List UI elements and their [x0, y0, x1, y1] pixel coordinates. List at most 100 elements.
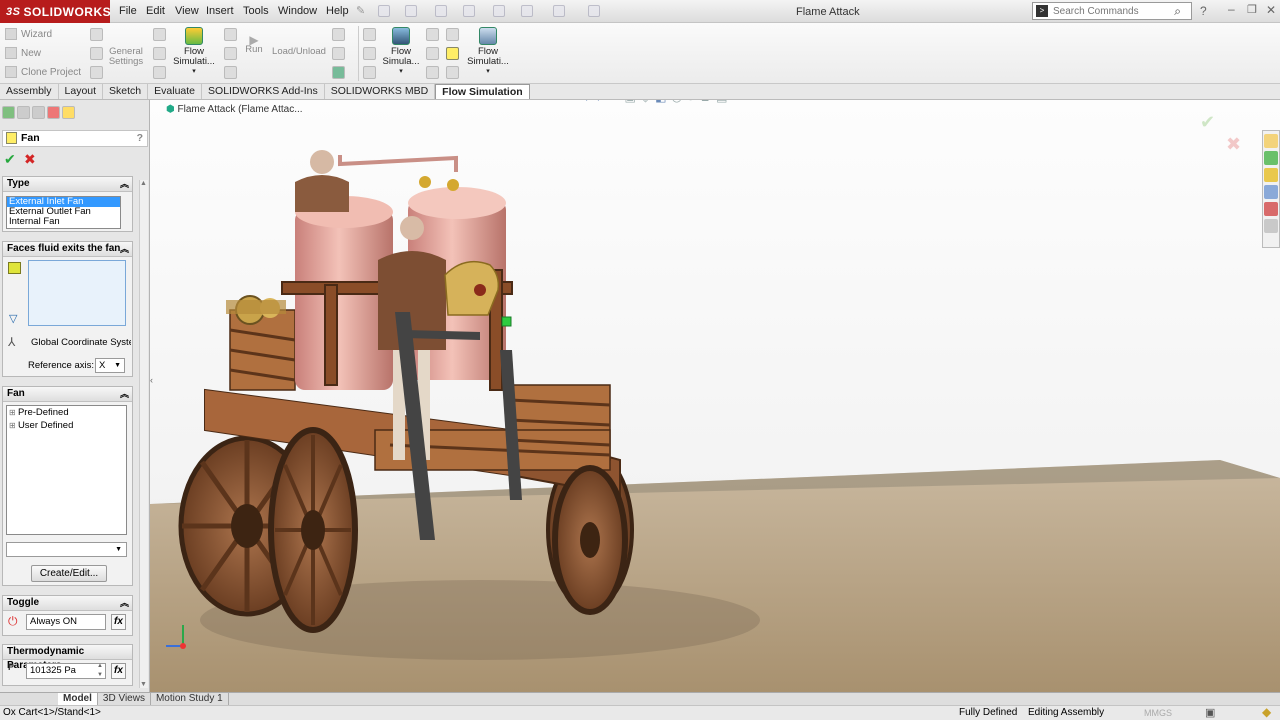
menu-insert[interactable]: Insert [206, 5, 234, 17]
file-explorer-icon[interactable] [1264, 168, 1278, 182]
tool-icon-2[interactable] [90, 47, 103, 60]
flow-simulation-button-1[interactable]: Flow Simulati... ▾ [172, 27, 216, 77]
print-icon[interactable] [463, 5, 475, 17]
clone-project-button[interactable]: Clone Project [5, 66, 81, 78]
reference-axis-select[interactable]: X ▼ [95, 358, 125, 373]
zoom-to-area-icon[interactable]: ⌕ [598, 100, 605, 105]
tool-icon-14[interactable] [363, 47, 376, 60]
panel-scrollbar[interactable]: ▲ ▼ [139, 180, 148, 688]
tool-icon-18[interactable] [426, 66, 439, 79]
toggle-value-field[interactable]: Always ON [26, 614, 106, 630]
display-style-icon[interactable]: ◧ [655, 100, 666, 105]
wizard-button[interactable]: Wizard [5, 28, 52, 40]
resources-icon[interactable] [1264, 151, 1278, 165]
tab-evaluate[interactable]: Evaluate [148, 84, 203, 99]
load-unload-button[interactable]: Load/Unload [270, 47, 328, 57]
general-settings-button[interactable]: General Settings [106, 47, 146, 67]
tool-icon-12[interactable] [332, 66, 345, 79]
tool-icon-15[interactable] [363, 66, 376, 79]
fan-tool-icon[interactable] [446, 47, 459, 60]
tool-icon-13[interactable] [363, 28, 376, 41]
appearance-icon[interactable]: ● [687, 100, 694, 105]
menu-help[interactable]: Help [326, 5, 349, 17]
open-document-icon[interactable] [405, 5, 417, 17]
tab-flow-simulation[interactable]: Flow Simulation [435, 84, 530, 99]
menu-file[interactable]: File [119, 5, 137, 17]
tab-solidworks-add-ins[interactable]: SOLIDWORKS Add-Ins [202, 84, 325, 99]
pin-icon[interactable]: ✎ [356, 4, 365, 17]
fan-curve-select[interactable]: ▼ [6, 542, 127, 557]
home-icon[interactable] [1264, 134, 1278, 148]
fan-type-list[interactable]: External Inlet Fan External Outlet Fan I… [6, 196, 121, 229]
previous-view-icon[interactable]: ↶ [609, 100, 619, 105]
tree-item-user-defined[interactable]: ⊞ User Defined [7, 419, 126, 432]
tab-solidworks-mbd[interactable]: SOLIDWORKS MBD [325, 84, 436, 99]
view-settings-icon[interactable]: ▤ [716, 100, 727, 105]
tool-icon-7[interactable] [224, 28, 237, 41]
status-units[interactable]: MMGS [1144, 706, 1172, 720]
tool-icon-11[interactable] [332, 47, 345, 60]
flow-simulation-button-3[interactable]: Flow Simulati... ▾ [466, 27, 510, 77]
appearances-icon[interactable] [1264, 202, 1278, 216]
minimize-icon[interactable]: – [1228, 2, 1235, 16]
create-edit-button[interactable]: Create/Edit... [31, 565, 107, 582]
view-orientation-icon[interactable]: ◈ [641, 100, 650, 105]
list-item[interactable]: Internal Fan [7, 217, 120, 227]
options-icon[interactable] [588, 5, 600, 17]
help-icon[interactable]: ? [1200, 4, 1207, 18]
graphics-area[interactable]: ⬢ Flame Attack (Flame Attac... ⌕ ⌕ ↶ ▣ ◈… [150, 100, 1280, 692]
save-icon[interactable] [435, 5, 447, 17]
filter-icon[interactable]: ▽ [9, 312, 17, 325]
tool-icon-19[interactable] [446, 28, 459, 41]
search-icon[interactable]: ⌕ [1174, 4, 1181, 19]
fan-group-header[interactable]: Fan ︽ [3, 387, 132, 402]
new-project-button[interactable]: New [5, 47, 41, 59]
custom-properties-icon[interactable] [1264, 219, 1278, 233]
tool-icon-8[interactable] [224, 47, 237, 60]
tab-3d-views[interactable]: 3D Views [98, 693, 151, 705]
configuration-manager-tab-icon[interactable] [32, 106, 45, 119]
collapse-chevron-icon[interactable]: ︽ [120, 596, 129, 610]
fan-tree[interactable]: ⊞ Pre-Defined ⊞ User Defined [6, 405, 127, 535]
faces-selection-box[interactable] [28, 260, 126, 326]
menu-view[interactable]: View [175, 5, 199, 17]
feature-manager-tab-icon[interactable] [2, 106, 15, 119]
scroll-down-icon[interactable]: ▼ [140, 681, 147, 688]
flow-simulation-button-2[interactable]: Flow Simula... ▾ [380, 27, 422, 77]
cancel-corner-icon[interactable]: ✖ [1226, 134, 1241, 155]
section-view-icon[interactable]: ▣ [625, 100, 636, 105]
scene-icon[interactable]: ▲ [699, 100, 711, 105]
collapse-chevron-icon[interactable]: ︽ [120, 387, 129, 401]
menu-tools[interactable]: Tools [243, 5, 269, 17]
rebuild-status-icon[interactable]: ▣ [1205, 706, 1215, 720]
menu-window[interactable]: Window [278, 5, 317, 17]
tool-icon-20[interactable] [446, 66, 459, 79]
scroll-up-icon[interactable]: ▲ [140, 180, 147, 187]
tool-icon-9[interactable] [224, 66, 237, 79]
rebuild-icon[interactable] [553, 5, 565, 17]
pressure-field[interactable]: 101325 Pa ▲ ▼ [26, 663, 106, 679]
cancel-x-icon[interactable]: ✖ [24, 151, 36, 168]
restore-icon[interactable]: ❐ [1247, 3, 1257, 16]
expand-icon[interactable]: ⊞ [9, 421, 18, 430]
tab-model[interactable]: Model [58, 693, 98, 705]
expand-icon[interactable]: ⊞ [9, 408, 18, 417]
toggle-group-header[interactable]: Toggle ︽ [3, 596, 132, 611]
panel-collapse-handle[interactable]: ‹ [150, 375, 153, 385]
collapse-chevron-icon[interactable]: ︽ [120, 242, 129, 256]
tool-icon-4[interactable] [153, 28, 166, 41]
collapse-chevron-icon[interactable]: ︽ [120, 177, 129, 191]
tool-icon-3[interactable] [90, 66, 103, 79]
hide-show-icon[interactable]: ◎ [671, 100, 681, 105]
search-commands-input[interactable]: > Search Commands ⌕ [1032, 2, 1192, 20]
menu-edit[interactable]: Edit [146, 5, 165, 17]
ok-check-icon[interactable]: ✔ [4, 151, 16, 168]
function-button[interactable]: fx [111, 663, 126, 679]
tab-sketch[interactable]: Sketch [103, 84, 149, 99]
tab-motion-study-1[interactable]: Motion Study 1 [151, 693, 229, 705]
dimxpert-tab-icon[interactable] [47, 106, 60, 119]
new-document-icon[interactable] [378, 5, 390, 17]
tag-icon[interactable]: ◆ [1262, 705, 1271, 719]
tab-layout[interactable]: Layout [59, 84, 104, 99]
spinner-icon[interactable]: ▲ ▼ [97, 662, 103, 680]
